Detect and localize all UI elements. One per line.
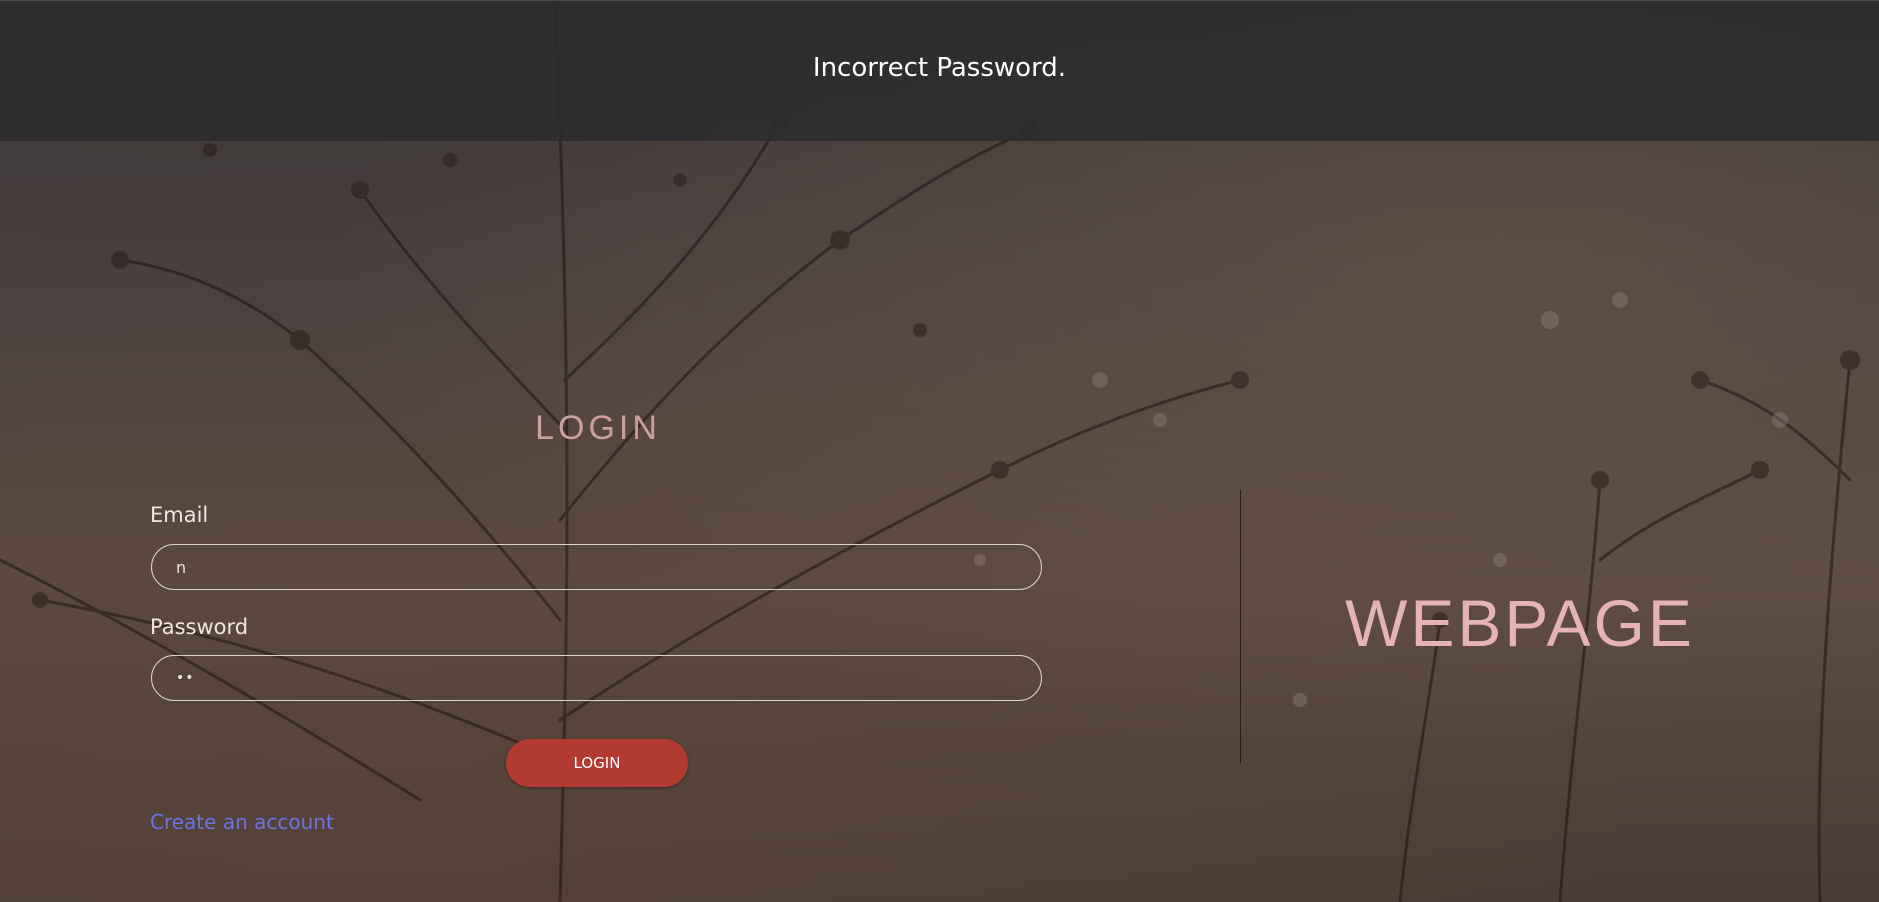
login-page: Incorrect Password. LOGIN Email Password… <box>0 0 1879 902</box>
password-field[interactable] <box>151 655 1042 701</box>
create-account-link[interactable]: Create an account <box>150 810 334 834</box>
email-label: Email <box>150 503 209 527</box>
login-button[interactable]: LOGIN <box>506 739 688 787</box>
password-label: Password <box>150 615 249 639</box>
vertical-divider <box>1240 490 1241 763</box>
email-field[interactable] <box>151 544 1042 590</box>
alert-banner: Incorrect Password. <box>0 0 1879 141</box>
login-title: LOGIN <box>535 409 661 447</box>
brand-title: WEBPAGE <box>1345 586 1695 660</box>
alert-message: Incorrect Password. <box>812 53 1067 83</box>
